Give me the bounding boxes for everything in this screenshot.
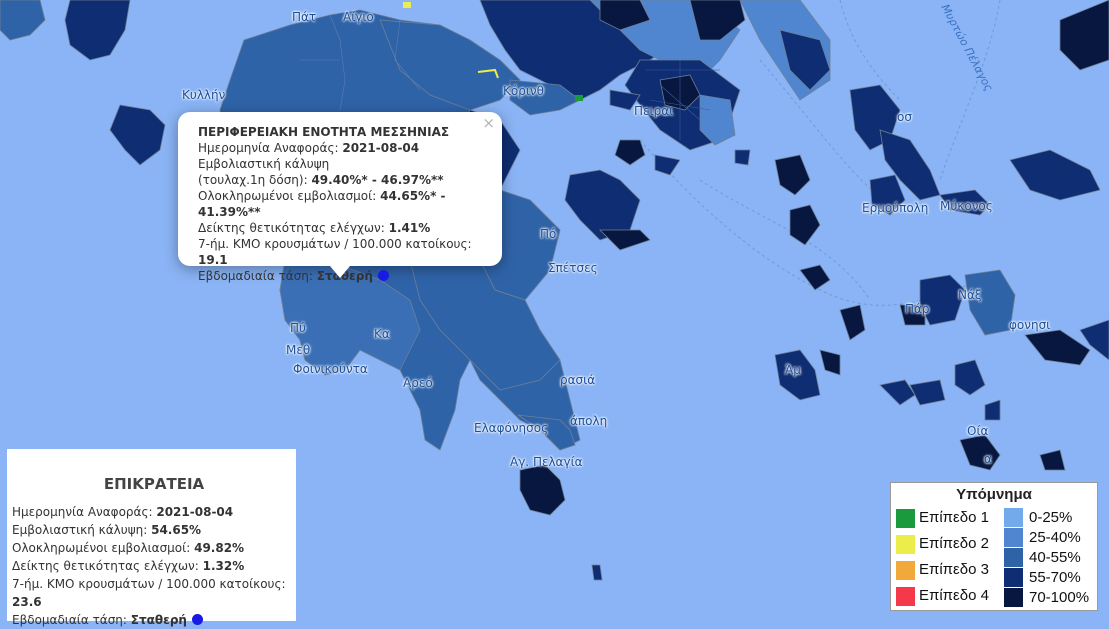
place-label: Μεθ [286,343,311,357]
legend-range-70-100: 70-100% [1029,589,1090,606]
popup-positivity-row: Δείκτης θετικότητας ελέγχων: 1.41% [198,220,502,236]
country-completed-label: Ολοκληρωμένοι εμβολιασμοί: [12,541,191,555]
country-summary-panel: ΕΠΙΚΡΑΤΕΙΑ Ημερομηνία Αναφοράς: 2021-08-… [7,449,296,627]
legend-level-1: Επίπεδο 1 [919,509,989,526]
legend-range-25-40: 25-40% [1029,529,1081,546]
level-2-swatch [896,535,915,554]
popup-coverage-label: Εμβολιαστική κάλυψη [198,157,330,171]
trend-stable-dot-icon [377,270,389,281]
country-trend-value: Σταθερή [130,613,187,627]
place-label: Κα [374,327,390,341]
country-date-label: Ημερομηνία Αναφοράς: [12,505,153,519]
country-completed-row: Ολοκληρωμένοι εμβολιασμοί: 49.82% [12,539,296,557]
legend-level-3: Επίπεδο 3 [919,561,989,578]
popup-positivity-value: 1.41% [388,221,431,235]
popup-trend-label: Εβδομαδιαία τάση: [198,269,313,283]
level-4-swatch [896,587,915,606]
place-label: Πό [540,227,557,241]
place-label: Πύ [290,321,306,335]
level-spot [575,95,583,101]
legend-title: Υπόμνημα [956,486,1032,503]
place-label: Μύκονος [940,199,993,213]
popup-date-label: Ημερομηνία Αναφοράς: [198,141,339,155]
country-trend-label: Εβδομαδιαία τάση: [12,613,127,627]
popup-completed-row: Ολοκληρωμένοι εμβολιασμοί: 44.65%* - 41.… [198,188,502,220]
country-positivity-row: Δείκτης θετικότητας ελέγχων: 1.32% [12,557,296,575]
place-label: Οία [967,424,989,438]
place-label: Κυλλήν [182,88,226,102]
country-coverage-value: 54.65% [151,523,202,537]
place-label: Πειραι [634,104,674,118]
legend-range-40-55: 40-55% [1029,549,1081,566]
popup-coverage-sub-label: (τουλαχ.1η δόση): [198,173,308,187]
level-spot [403,2,411,8]
popup-trend-row: Εβδομαδιαία τάση: Σταθερή [198,268,502,284]
legend-range-55-70: 55-70% [1029,569,1081,586]
popup-cases-row: 7-ήμ. ΚΜΟ κρουσμάτων / 100.000 κατοίκους… [198,236,502,268]
country-cases-row: 7-ήμ. ΚΜΟ κρουσμάτων / 100.000 κατοίκους… [12,575,296,611]
place-label: Πάρ [905,302,930,316]
place-label: Αρεό [403,376,433,390]
country-coverage-row: Εμβολιαστική κάλυψη: 54.65% [12,521,296,539]
country-trend-row: Εβδομαδιαία τάση: Σταθερή [12,611,296,629]
place-label: άπολη [570,414,608,428]
close-popup-button[interactable]: × [482,115,495,131]
popup-coverage-value: 49.40%* - 46.97%** [311,173,444,187]
legend-level-2: Επίπεδο 2 [919,535,989,552]
popup-date-row: Ημερομηνία Αναφοράς: 2021-08-04 [198,140,502,156]
range-25-40-swatch [1004,528,1023,547]
level-3-swatch [896,561,915,580]
popup-coverage-row: (τουλαχ.1η δόση): 49.40%* - 46.97%** [198,172,502,188]
place-label: φονησι [1009,318,1051,332]
country-coverage-label: Εμβολιαστική κάλυψη: [12,523,148,537]
map-legend: Υπόμνημα Επίπεδο 1 Επίπεδο 2 Επίπεδο 3 Ε… [890,482,1098,611]
popup-positivity-label: Δείκτης θετικότητας ελέγχων: [198,221,385,235]
place-label: Πάτ [292,10,317,24]
legend-level-4: Επίπεδο 4 [919,587,989,604]
popup-cases-value: 19.1 [198,253,228,267]
region-popup: × ΠΕΡΙΦΕΡΕΙΑΚΗ ΕΝΟΤΗΤΑ ΜΕΣΣΗΝΙΑΣ Ημερομη… [178,112,502,283]
place-label: Ερμούπολη [862,201,929,215]
place-label: Άμ [785,363,801,377]
place-label: Κόρινθ [503,84,544,98]
range-55-70-swatch [1004,568,1023,587]
range-0-25-swatch [1004,508,1023,527]
place-label: Ελαφόνησος [474,421,549,435]
popup-trend-value: Σταθερή [316,269,373,283]
place-label: Φοινικούντα [293,362,368,376]
country-date-row: Ημερομηνία Αναφοράς: 2021-08-04 [12,503,296,521]
level-1-swatch [896,509,915,528]
place-label: Σπέτσες [548,261,598,275]
range-70-100-swatch [1004,588,1023,607]
country-positivity-label: Δείκτης θετικότητας ελέγχων: [12,559,199,573]
country-cases-label: 7-ήμ. ΚΜΟ κρουσμάτων / 100.000 κατοίκους… [12,577,286,591]
popup-cases-label: 7-ήμ. ΚΜΟ κρουσμάτων / 100.000 κατοίκους… [198,237,472,251]
country-date-value: 2021-08-04 [156,505,234,519]
place-label: Νάξ [958,288,982,302]
place-label: ρασιά [560,373,596,387]
place-label: Αίγιο [343,10,374,24]
place-label: οσ [897,110,912,124]
range-40-55-swatch [1004,548,1023,567]
country-title: ΕΠΙΚΡΑΤΕΙΑ [103,475,205,493]
trend-stable-dot-icon [191,614,203,625]
legend-range-0-25: 0-25% [1029,509,1073,526]
place-label: α [984,452,992,466]
place-label: Αγ. Πελαγία [510,455,583,469]
country-completed-value: 49.82% [194,541,245,555]
popup-title: ΠΕΡΙΦΕΡΕΙΑΚΗ ΕΝΟΤΗΤΑ ΜΕΣΣΗΝΙΑΣ [198,125,450,139]
popup-date-value: 2021-08-04 [342,141,420,155]
country-cases-value: 23.6 [12,595,42,609]
country-positivity-value: 1.32% [202,559,245,573]
popup-completed-label: Ολοκληρωμένοι εμβολιασμοί: [198,189,377,203]
